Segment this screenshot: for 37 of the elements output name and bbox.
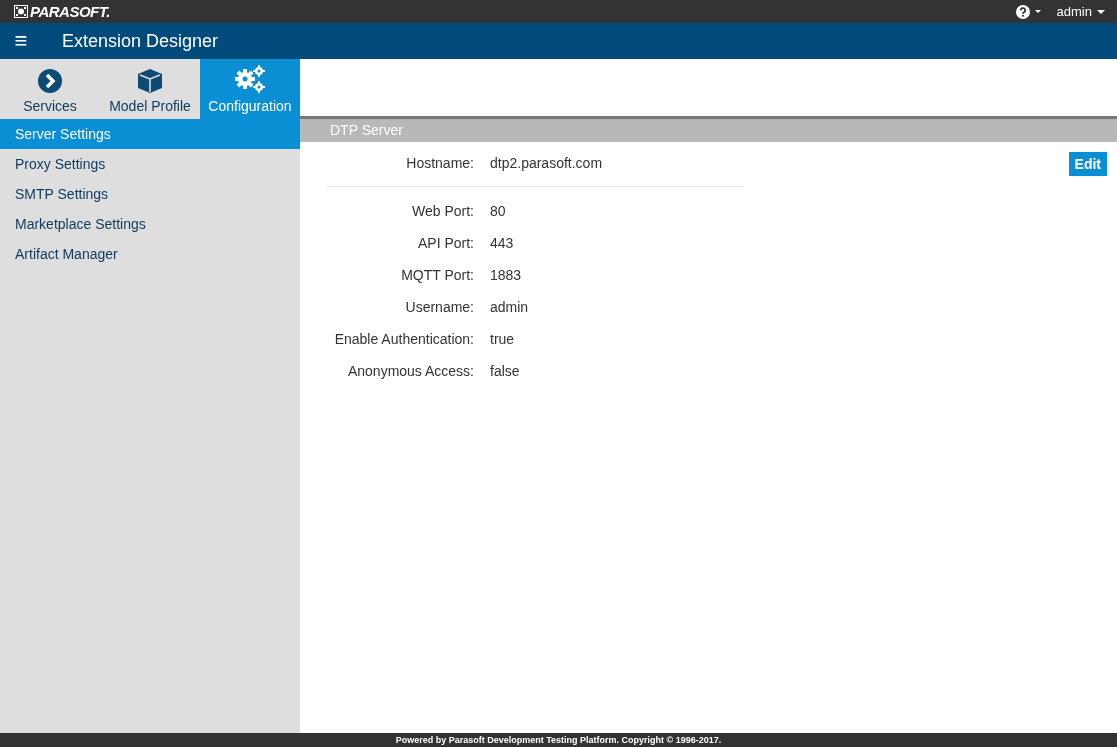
field-value: 1883 (490, 267, 522, 283)
chevron-circle-icon (37, 68, 63, 94)
nav-tab[interactable]: Configuration (200, 59, 300, 119)
edit-button[interactable]: Edit (1068, 152, 1107, 176)
field-label: Anonymous Access: (346, 363, 474, 379)
sidebar-item[interactable]: Proxy Settings (0, 149, 300, 179)
menu-button[interactable]: ≡ (0, 28, 42, 54)
field-value: 80 (490, 203, 506, 219)
sidebar-item[interactable]: Artifact Manager (0, 239, 300, 269)
caret-icon (1097, 9, 1105, 14)
panel-header: DTP Server (300, 119, 1117, 142)
caret-icon (1034, 10, 1041, 13)
field-label: MQTT Port: (400, 267, 474, 283)
nav-tab[interactable]: Model Profile (100, 59, 200, 119)
nav-tab[interactable]: Services (0, 59, 100, 119)
cube-icon (137, 68, 163, 94)
field-label: Enable Authentication: (333, 331, 474, 347)
field-label: API Port: (416, 235, 474, 251)
logo-text: PARASOFT. (30, 3, 110, 20)
field-label: Username: (404, 299, 474, 315)
field-value: false (490, 363, 520, 379)
field-value: dtp2.parasoft.com (490, 155, 603, 171)
footer-text: Powered by Parasoft Development Testing Platform. Copyright © 1996-2017. (395, 735, 722, 745)
sidebar-item[interactable]: SMTP Settings (0, 179, 300, 209)
logo-icon (14, 5, 28, 18)
field-value: true (490, 331, 515, 347)
field-value: 443 (490, 235, 514, 251)
sidebar-item[interactable]: Server Settings (0, 119, 300, 149)
sidebar-item[interactable]: Marketplace Settings (0, 209, 300, 239)
field-label: Web Port: (411, 203, 474, 219)
user-menu-button[interactable]: admin (1056, 4, 1105, 19)
gears-icon (234, 64, 266, 94)
help-icon (1015, 4, 1030, 19)
field-value: admin (490, 299, 529, 315)
app-title: Extension Designer (62, 30, 219, 52)
field-label: Hostname: (405, 155, 474, 171)
help-menu-button[interactable] (1015, 4, 1041, 19)
